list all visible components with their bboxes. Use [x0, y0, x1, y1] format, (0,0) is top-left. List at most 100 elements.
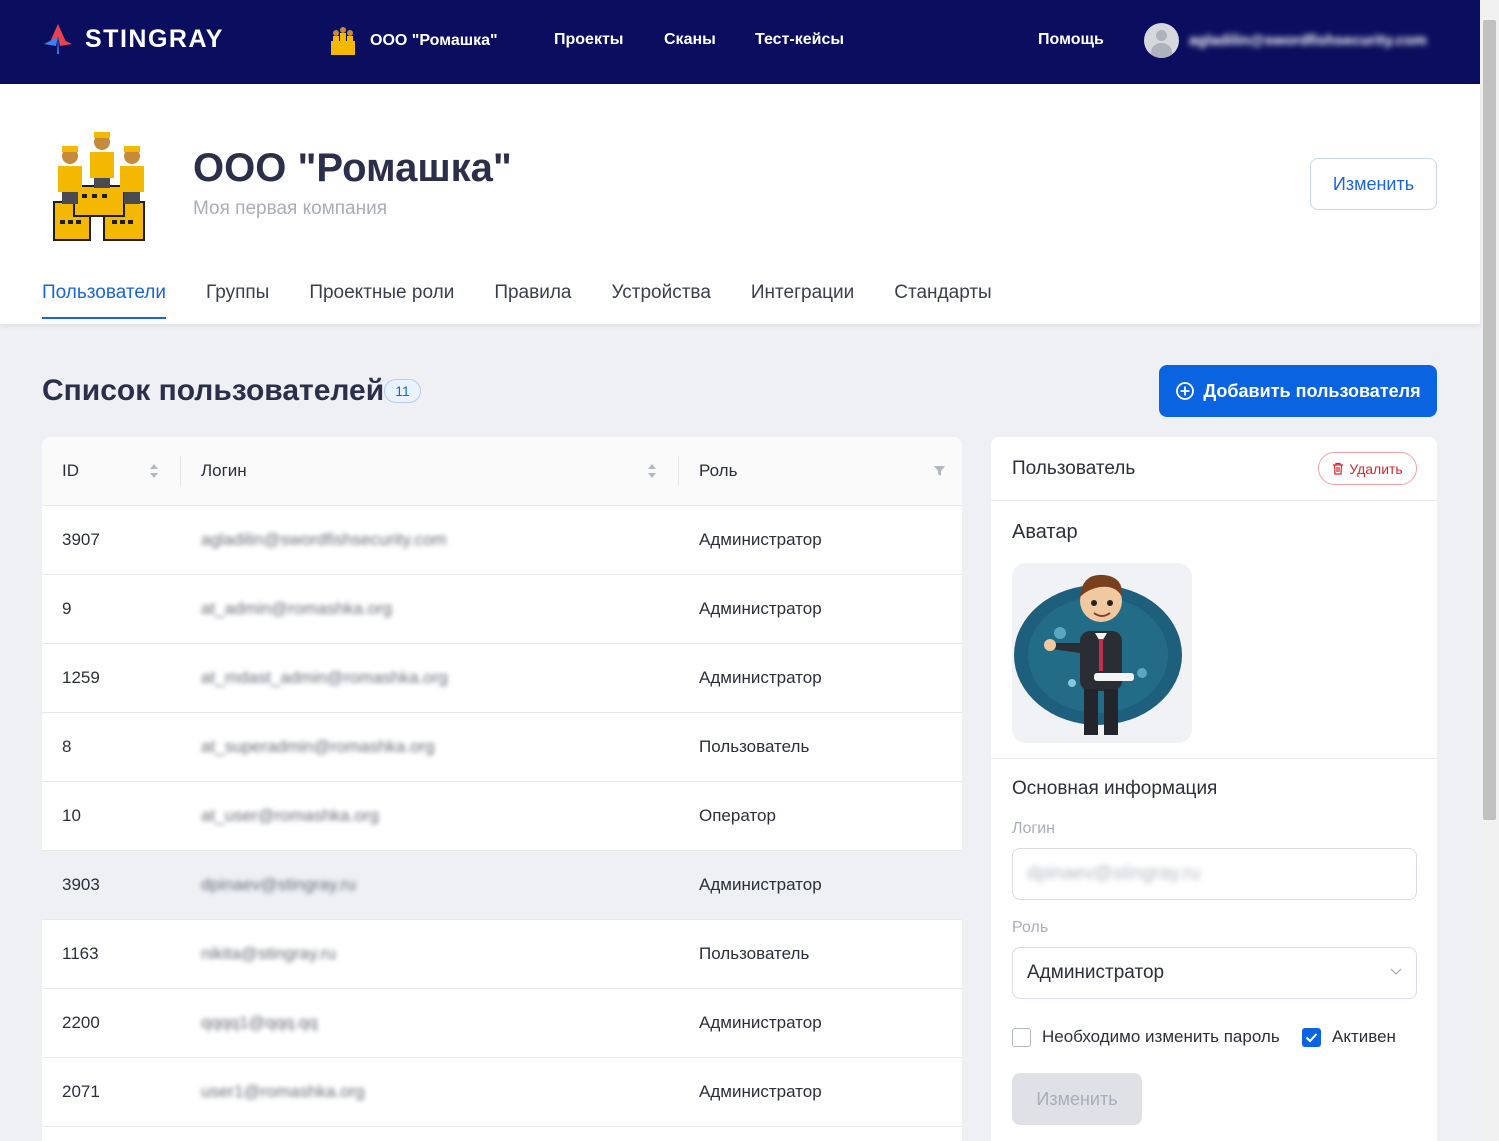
brand-name: STINGRAY — [85, 24, 224, 53]
table-header: ID Логин Роль — [42, 437, 962, 506]
cell-role: Администратор — [699, 1013, 822, 1032]
cell-login: nikita@stingray.ru — [201, 944, 337, 963]
filter-role-icon[interactable] — [933, 463, 946, 479]
column-role: Роль — [699, 461, 738, 480]
cell-role: Оператор — [699, 806, 776, 825]
delete-user-button[interactable]: Удалить — [1318, 452, 1417, 485]
user-email: agladilin@swordfishsecurity.com — [1189, 32, 1427, 49]
basic-info-title: Основная информация — [1012, 778, 1218, 799]
cell-id: 1163 — [62, 944, 99, 963]
plus-circle-icon — [1176, 382, 1195, 400]
nav-testcases[interactable]: Тест-кейсы — [755, 31, 844, 49]
cell-role: Администратор — [699, 599, 822, 618]
active-checkbox[interactable] — [1302, 1028, 1321, 1047]
cell-login: qqqq1@qqq.qq — [201, 1013, 318, 1032]
cell-role: Администратор — [699, 668, 822, 687]
table-row[interactable]: 10 at_user@romashka.org Оператор — [42, 782, 962, 851]
role-select[interactable]: Администратор — [1012, 947, 1417, 999]
trash-icon — [1333, 462, 1344, 475]
delete-label: Удалить — [1349, 460, 1403, 477]
scrollbar-thumb[interactable] — [1483, 20, 1496, 820]
cell-login: at_superadmin@romashka.org — [201, 737, 435, 756]
edit-org-button[interactable]: Изменить — [1310, 158, 1437, 210]
user-detail-panel: Пользователь Удалить Аватар Основная инф… — [991, 437, 1437, 1141]
cell-login: dpinaev@stingray.ru — [201, 875, 356, 894]
cell-id: 10 — [62, 806, 81, 825]
sort-id-icon[interactable] — [149, 463, 159, 479]
table-row[interactable]: 2071 user1@romashka.org Администратор — [42, 1058, 962, 1127]
cell-id: 1259 — [62, 668, 100, 687]
avatar-label: Аватар — [1012, 521, 1078, 543]
column-login[interactable]: Логин — [201, 461, 247, 481]
change-password-checkbox[interactable] — [1012, 1028, 1031, 1047]
cell-login: at_user@romashka.org — [201, 806, 379, 825]
page-subtitle: Моя первая компания — [193, 198, 388, 219]
cell-id: 9 — [62, 599, 72, 618]
add-user-button[interactable]: Добавить пользователя — [1159, 365, 1437, 417]
stingray-logo-icon — [44, 24, 72, 54]
cell-login: agladilin@swordfishsecurity.com — [201, 530, 447, 549]
table-row[interactable]: 1163 nikita@stingray.ru Пользователь — [42, 920, 962, 989]
role-value: Администратор — [1027, 962, 1165, 983]
tab-standards[interactable]: Стандарты — [894, 282, 991, 319]
table-body: 3907 agladilin@swordfishsecurity.com Админ… — [42, 506, 962, 1127]
table-row[interactable]: 2200 qqqq1@qqq.qq Администратор — [42, 989, 962, 1058]
page-scrollbar[interactable] — [1480, 0, 1499, 1141]
nav-projects[interactable]: Проекты — [554, 31, 623, 49]
tab-integrations[interactable]: Интеграции — [751, 282, 854, 319]
check-icon — [1305, 1033, 1318, 1043]
login-label: Логин — [1012, 820, 1056, 837]
org-header: ООО "Ромашка" Моя первая компания Измени… — [0, 84, 1480, 325]
tab-project-roles[interactable]: Проектные роли — [309, 282, 454, 319]
table-row-selected[interactable]: 3903 dpinaev@stingray.ru Администратор — [42, 851, 962, 920]
users-table: ID Логин Роль 3907 agladilin@swordfishsec… — [42, 437, 962, 1141]
page-title: ООО "Ромашка" — [193, 146, 512, 190]
org-name: ООО "Ромашка" — [370, 32, 498, 49]
cell-login: at_admin@romashka.org — [201, 599, 393, 618]
cell-role: Пользователь — [699, 737, 810, 756]
cell-role: Администратор — [699, 1082, 822, 1101]
save-user-button[interactable]: Изменить — [1012, 1073, 1142, 1125]
add-user-label: Добавить пользователя — [1203, 380, 1421, 401]
tab-bar: Пользователи Группы Проектные роли Прави… — [42, 282, 992, 319]
tab-groups[interactable]: Группы — [206, 282, 269, 319]
org-icon — [331, 27, 355, 55]
org-logo-icon — [53, 132, 145, 241]
login-value: dpinaev@stingray.ru — [1027, 863, 1201, 884]
cell-id: 3907 — [62, 530, 100, 549]
role-label: Роль — [1012, 919, 1049, 936]
section-title: Список пользователей — [42, 374, 385, 407]
user-avatar-image[interactable] — [1012, 563, 1192, 743]
cell-id: 2200 — [62, 1013, 100, 1032]
user-menu[interactable]: agladilin@swordfishsecurity.com — [1144, 23, 1427, 58]
table-row[interactable]: 9 at_admin@romashka.org Администратор — [42, 575, 962, 644]
cell-id: 3903 — [62, 875, 100, 894]
user-count-badge: 11 — [384, 379, 421, 403]
table-row[interactable]: 8 at_superadmin@romashka.org Пользователь — [42, 713, 962, 782]
cell-role: Пользователь — [699, 944, 810, 963]
cell-login: user1@romashka.org — [201, 1082, 365, 1101]
table-row[interactable]: 3907 agladilin@swordfishsecurity.com Админ… — [42, 506, 962, 575]
cell-id: 8 — [62, 737, 72, 756]
active-label: Активен — [1332, 1027, 1396, 1046]
nav-help[interactable]: Помощь — [1038, 31, 1104, 49]
cell-id: 2071 — [62, 1082, 100, 1101]
login-field[interactable]: dpinaev@stingray.ru — [1012, 848, 1417, 900]
table-row[interactable]: 1259 at_mdast_admin@romashka.org Администр… — [42, 644, 962, 713]
panel-title: Пользователь — [1012, 458, 1136, 479]
org-switcher[interactable]: ООО "Ромашка" — [328, 25, 498, 57]
nav-scans[interactable]: Сканы — [664, 31, 716, 49]
panel-header: Пользователь Удалить — [991, 437, 1437, 501]
brand-logo[interactable]: STINGRAY — [42, 22, 224, 56]
sort-login-icon[interactable] — [647, 463, 657, 479]
tab-users[interactable]: Пользователи — [42, 282, 167, 319]
user-avatar-icon — [1144, 23, 1179, 58]
chevron-down-icon — [1390, 968, 1402, 975]
cell-role: Администратор — [699, 875, 822, 894]
tab-devices[interactable]: Устройства — [611, 282, 710, 319]
tab-rules[interactable]: Правила — [494, 282, 571, 319]
cell-login: at_mdast_admin@romashka.org — [201, 668, 448, 687]
column-id[interactable]: ID — [62, 461, 79, 481]
change-password-label: Необходимо изменить пароль — [1042, 1027, 1280, 1046]
cell-role: Администратор — [699, 530, 822, 549]
